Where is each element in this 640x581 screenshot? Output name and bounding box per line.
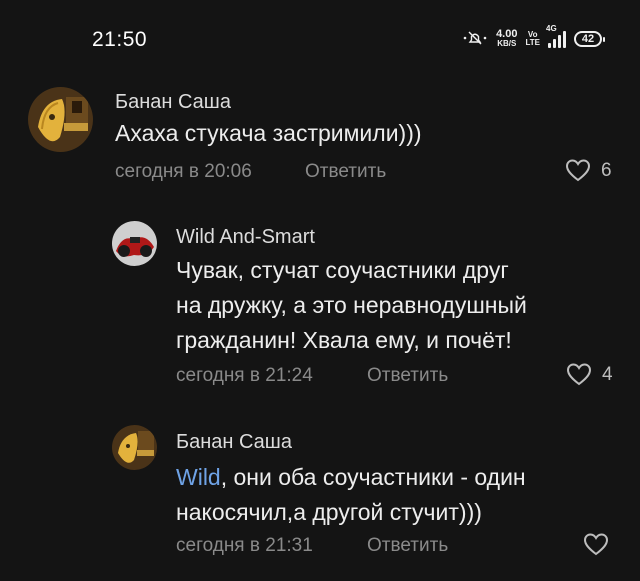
comment-text: Ахаха стукача застримили))) [115, 116, 422, 151]
volte-bottom: LTE [525, 38, 540, 47]
status-bar: 21:50 4.00 KB/S Vo LTE 4G 42 [0, 0, 640, 78]
battery-icon: 42 [574, 31, 605, 47]
mute-bell-icon [462, 30, 488, 49]
like-count: 4 [602, 363, 613, 385]
signal-bar [548, 43, 551, 48]
comment-text-line: гражданин! Хвала ему, и почёт! [176, 327, 512, 353]
comment-text-line: Ахаха стукача застримили))) [115, 120, 422, 146]
reply-button[interactable]: Ответить [367, 535, 448, 557]
network-type: 4G [546, 24, 557, 33]
signal-icon: 4G [546, 24, 566, 48]
comment-time: сегодня в 21:31 [176, 535, 313, 556]
like-button[interactable]: 4 [566, 363, 613, 386]
net-speed-unit: KB/S [497, 39, 517, 48]
avatar[interactable] [112, 221, 157, 266]
comment-time: сегодня в 20:06 [115, 161, 252, 182]
comment-text-line: Чувак, стучат соучастники друг [176, 257, 509, 283]
comment-text-line: накосячил,а другой стучит))) [176, 499, 482, 525]
net-speed-value: 4.00 [496, 28, 518, 40]
volte-indicator: Vo LTE [525, 31, 540, 47]
comment-text-line: Wild, они оба соучастники - один [176, 460, 526, 495]
heart-icon [583, 533, 609, 556]
reply-button[interactable]: Ответить [367, 365, 448, 387]
comment-time: сегодня в 21:24 [176, 365, 313, 386]
reply-button[interactable]: Ответить [305, 161, 386, 183]
status-time: 21:50 [92, 28, 148, 51]
comment-author[interactable]: Банан Саша [176, 431, 292, 454]
signal-bar [553, 39, 556, 48]
like-button[interactable]: 6 [565, 159, 612, 182]
signal-bar [558, 35, 561, 48]
comment-author[interactable]: Wild And-Smart [176, 226, 315, 249]
heart-icon [565, 159, 591, 182]
comment-text: Wild, они оба соучастники - один накосяч… [176, 460, 526, 530]
heart-icon [566, 363, 592, 386]
comment-text-fragment: , они оба соучастники - один [220, 464, 526, 490]
avatar[interactable] [112, 425, 157, 470]
status-icons: 4.00 KB/S Vo LTE 4G 42 [462, 24, 605, 54]
like-button[interactable] [583, 533, 609, 556]
comment-author[interactable]: Банан Саша [115, 91, 231, 114]
comment-text-line: на дружку, а это неравнодушный [176, 292, 527, 318]
net-speed: 4.00 KB/S [496, 29, 517, 49]
battery-level: 42 [581, 33, 595, 45]
avatar[interactable] [28, 87, 93, 152]
signal-bar [563, 31, 566, 48]
comment-text: Чувак, стучат соучастники друг на дружку… [176, 253, 527, 358]
like-count: 6 [601, 159, 612, 181]
mention-link[interactable]: Wild [176, 464, 221, 490]
